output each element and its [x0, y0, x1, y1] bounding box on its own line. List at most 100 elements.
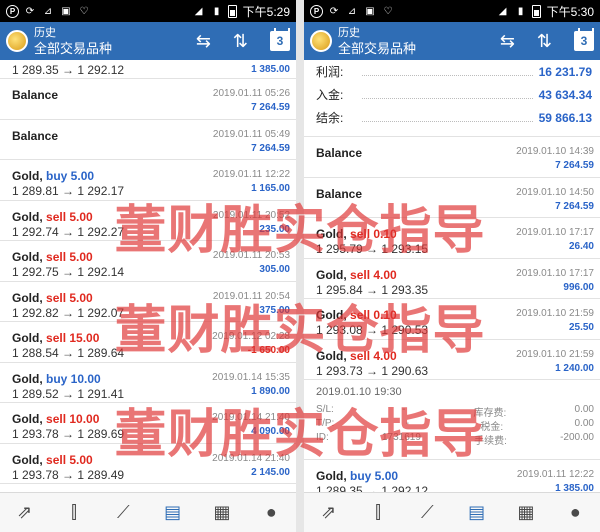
chat-icon[interactable]: ●	[560, 502, 590, 523]
appbar-subtitle: 历史	[34, 27, 56, 39]
trend-icon[interactable]: ⇗	[10, 502, 40, 523]
deal-time: 2019.01.10 21:59	[516, 308, 594, 319]
history-list[interactable]: 利润: 16 231.79 入金: 43 634.34 结余: 59 866.1…	[304, 60, 600, 492]
summary-value: 59 866.13	[538, 110, 592, 125]
sort-icon[interactable]: ⇅	[537, 31, 552, 52]
deal-title: Gold, sell 10.00	[12, 412, 99, 426]
status-bar: P ⟳ ⊿ ▣ ♡ ◢ ▮ 下午5:29	[0, 0, 296, 22]
symbol-filter-icon[interactable]: ⇆	[500, 31, 515, 52]
deal-side: sell 5.00	[46, 452, 93, 467]
deal-profit: 375.00	[259, 304, 290, 316]
appbar-title[interactable]: 全部交易品种	[34, 41, 112, 56]
candles-icon[interactable]: ⫿	[363, 502, 393, 523]
deal-time: 2019.01.10 17:17	[516, 227, 594, 238]
history-row[interactable]: Gold, sell 5.00 1 293.78 → 1 289.49 2019.0…	[0, 444, 296, 484]
deal-symbol: Gold,	[12, 250, 43, 264]
calendar-icon[interactable]: 3	[270, 28, 290, 51]
deal-symbol: Gold,	[316, 308, 347, 322]
left-screen: P ⟳ ⊿ ▣ ♡ ◢ ▮ 下午5:29 历史 全部交易品种 ⇆ ⇅ 3 1 2…	[0, 0, 296, 532]
history-row[interactable]: Balance 2019.01.10 14:50 7 264.59	[304, 178, 600, 218]
news-icon[interactable]: ▦	[207, 502, 237, 523]
app-logo-icon[interactable]	[6, 30, 28, 52]
history-row[interactable]: Balance 2019.01.11 05:49 7 264.59	[0, 120, 296, 160]
deal-time: 2019.01.14 21:40	[212, 412, 290, 423]
deal-title: Gold, sell 5.00	[12, 291, 93, 305]
deal-symbol: Gold,	[316, 267, 347, 282]
history-row[interactable]: Gold, sell 5.00 1 292.74 → 1 292.27 2019.0…	[0, 201, 296, 241]
deal-side: sell 0.10	[350, 308, 397, 322]
app-logo-icon[interactable]	[310, 30, 332, 52]
chart-line-icon[interactable]: ⟋	[108, 502, 138, 523]
list-item[interactable]: 1 289.35 → 1 292.12 1 385.00	[0, 60, 296, 79]
heart-icon: ♡	[79, 5, 89, 17]
deal-profit: 4 090.00	[251, 426, 290, 437]
deal-symbol: Gold,	[316, 348, 347, 363]
history-row[interactable]: Gold, buy 10.00 1 289.52 → 1 291.41 2019.0…	[0, 363, 296, 403]
history-row[interactable]: Gold, sell 0.10 1 295.79 → 1 293.15 2019.0…	[304, 218, 600, 259]
inbox-icon[interactable]: ▤	[462, 502, 492, 523]
news-icon[interactable]: ▦	[511, 502, 541, 523]
history-row[interactable]: Gold, sell 4.00 1 295.84 → 1 293.35 2019.0…	[304, 259, 600, 299]
history-row[interactable]: Balance 2019.01.11 05:26 7 264.59	[0, 79, 296, 120]
deal-prices: 1 295.79 → 1 293.15	[316, 242, 429, 256]
p-app-icon: P	[310, 4, 323, 18]
summary-deposit: 入金: 43 634.34	[312, 83, 592, 106]
appbar-title[interactable]: 全部交易品种	[338, 41, 416, 56]
appbar-subtitle: 历史	[338, 27, 360, 39]
inbox-icon[interactable]: ▤	[158, 502, 188, 523]
app-bar: 历史 全部交易品种 ⇆ ⇅ 3	[0, 22, 296, 60]
balance-label: Balance	[12, 128, 59, 143]
history-row[interactable]: Gold, sell 5.00 1 292.75 → 1 292.14 2019.0…	[0, 241, 296, 282]
history-row[interactable]: Gold, sell 0.10 1 293.08 → 1 290.53 2019.0…	[304, 299, 600, 340]
deal-title: Gold, sell 5.00	[12, 250, 93, 264]
id-value: 1731619	[381, 432, 421, 443]
signal-off-icon: ⊿	[43, 5, 53, 17]
sort-icon[interactable]: ⇅	[233, 31, 248, 52]
symbol-filter-icon[interactable]: ⇆	[196, 31, 211, 52]
sl-value: -	[402, 404, 406, 415]
signal-icon: ▮	[213, 5, 220, 17]
history-list[interactable]: 1 289.35 → 1 292.12 1 385.00 Balance 2019…	[0, 60, 296, 492]
deal-symbol: Gold,	[316, 469, 347, 483]
deal-profit: 7 264.59	[555, 200, 594, 212]
chart-line-icon[interactable]: ⟋	[412, 502, 442, 523]
deal-title: Gold, sell 15.00	[12, 331, 99, 345]
deal-profit: 7 264.59	[251, 142, 290, 154]
deal-profit: -1 650.00	[247, 345, 290, 356]
balance-label: Balance	[316, 186, 363, 201]
summary-value: 16 231.79	[538, 64, 592, 79]
deal-details[interactable]: 2019.01.10 19:30 S/L: - 库存费: 0.00 T/P: -…	[304, 380, 600, 460]
deal-title: Gold, sell 0.10	[316, 308, 397, 322]
deal-prices: 1 293.73 → 1 290.63	[316, 363, 429, 378]
candles-icon[interactable]: ⫿	[59, 502, 89, 523]
deal-prices: 1 288.54 → 1 289.64	[12, 346, 125, 360]
deal-time: 2019.01.11 05:26	[212, 88, 290, 99]
deal-side: sell 10.00	[46, 412, 100, 426]
summary-label: 结余:	[316, 111, 344, 125]
chat-icon[interactable]: ●	[256, 502, 286, 523]
summary-profit: 利润: 16 231.79	[312, 60, 592, 83]
summary-label: 入金:	[316, 88, 344, 102]
tax-label: 税金:	[480, 422, 504, 433]
dotted-leader	[362, 114, 533, 122]
deal-time: 2019.01.10 21:59	[516, 348, 594, 360]
calendar-icon[interactable]: 3	[574, 28, 594, 51]
history-row[interactable]: Gold, sell 10.00 1 293.78 → 1 289.69 2019.…	[0, 403, 296, 444]
history-row[interactable]: Gold, sell 4.00 1 293.73 → 1 290.63 2019.0…	[304, 340, 600, 380]
app-bar: 历史 全部交易品种 ⇆ ⇅ 3	[304, 22, 600, 60]
deal-profit: 1 385.00	[251, 64, 290, 75]
history-row[interactable]: Gold, buy 5.00 1 289.35 → 1 292.12 2019.01…	[304, 460, 600, 492]
history-row[interactable]: Gold, buy 5.00 1 289.81 → 1 292.17 2019.01…	[0, 160, 296, 201]
history-row[interactable]: Gold, sell 5.00 1 292.82 → 1 292.07 2019.0…	[0, 282, 296, 322]
history-row[interactable]: Gold, sell 15.00 1 288.54 → 1 289.64 2019.…	[0, 322, 296, 363]
dotted-leader	[362, 91, 533, 99]
deal-profit: 235.00	[259, 223, 290, 235]
tp-value: -	[405, 418, 410, 429]
deal-prices: 1 289.35 → 1 292.12	[316, 484, 429, 492]
deal-title: Gold, buy 5.00	[12, 169, 94, 183]
history-row[interactable]: Balance 2019.01.10 14:39 7 264.59	[304, 137, 600, 178]
deal-time: 2019.01.11 12:22	[212, 169, 290, 180]
deal-profit: 1 385.00	[555, 483, 594, 492]
deal-profit: 1 890.00	[251, 385, 290, 397]
trend-icon[interactable]: ⇗	[314, 502, 344, 523]
